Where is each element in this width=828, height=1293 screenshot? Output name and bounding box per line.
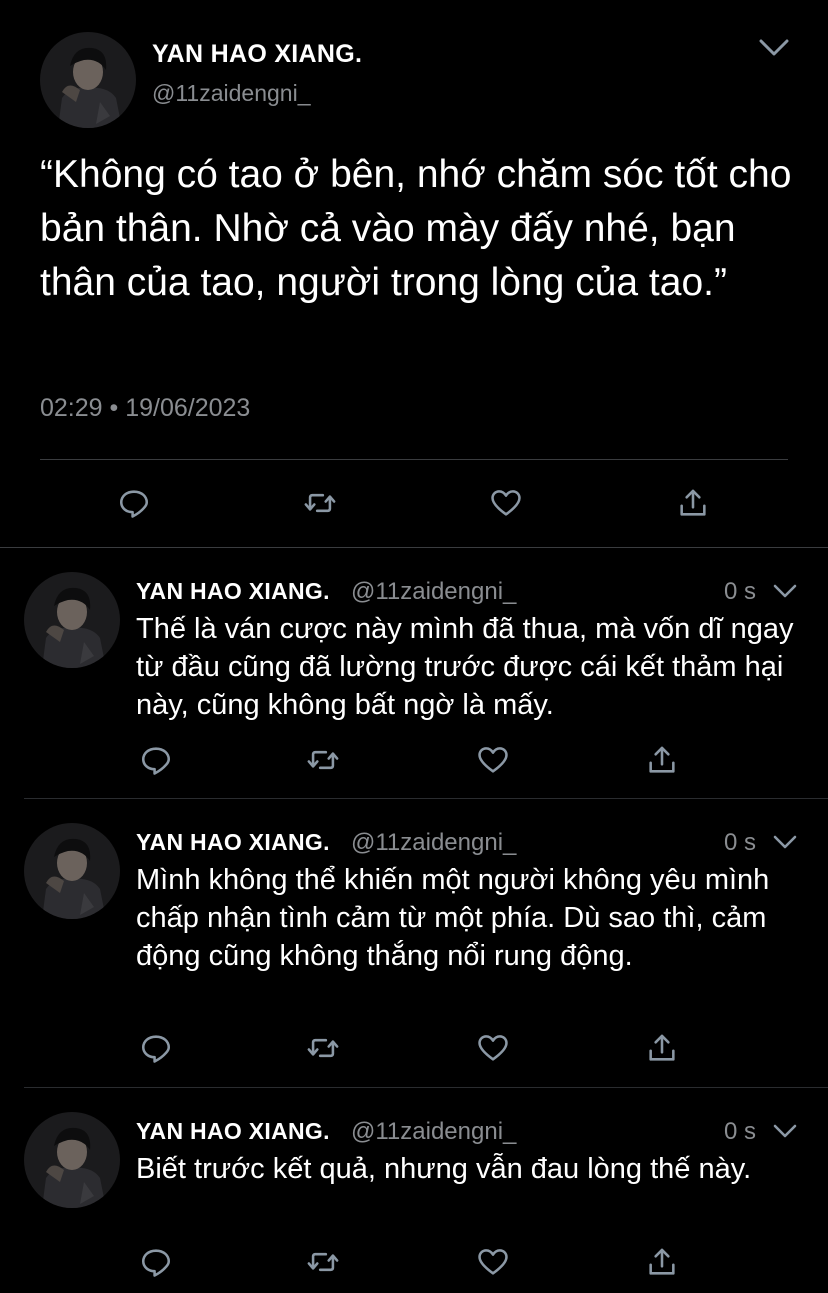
chevron-down-icon[interactable] xyxy=(772,834,798,851)
avatar[interactable] xyxy=(24,1112,120,1208)
avatar[interactable] xyxy=(40,32,136,128)
reply-button[interactable] xyxy=(136,740,176,780)
tweet-time[interactable]: 0 s xyxy=(724,578,756,606)
display-name[interactable]: YAN HAO XIANG. xyxy=(152,40,362,69)
avatar[interactable] xyxy=(24,823,120,919)
share-icon xyxy=(649,746,675,773)
reply-bubble-icon xyxy=(141,1035,171,1063)
share-icon xyxy=(680,489,706,516)
reply-bubble-icon xyxy=(141,747,171,775)
reply-bubble-icon xyxy=(141,1249,171,1277)
like-button[interactable] xyxy=(473,740,513,780)
share-button[interactable] xyxy=(642,740,682,780)
display-name[interactable]: YAN HAO XIANG. xyxy=(136,1118,330,1145)
reply-bubble-icon xyxy=(119,490,149,518)
display-name[interactable]: YAN HAO XIANG. xyxy=(136,578,330,605)
heart-icon xyxy=(478,1249,508,1275)
tweet-text: Thế là ván cược này mình đã thua, mà vốn… xyxy=(136,613,794,721)
tweet-thread: YAN HAO XIANG. @11zaidengni_ “Không có t… xyxy=(0,0,828,1293)
user-handle[interactable]: @11zaidengni_ xyxy=(351,578,516,606)
like-button[interactable] xyxy=(486,483,526,523)
divider xyxy=(40,459,788,460)
tweet-timestamp[interactable]: 02:29 • 19/06/2023 xyxy=(40,394,250,423)
heart-icon xyxy=(478,1035,508,1061)
like-button[interactable] xyxy=(473,1242,513,1282)
reply-tweet[interactable]: YAN HAO XIANG. @11zaidengni_ 0 s Biết tr… xyxy=(0,1088,828,1293)
like-button[interactable] xyxy=(473,1028,513,1068)
chevron-down-icon[interactable] xyxy=(758,38,790,58)
tweet-text: Biết trước kết quả, nhưng vẫn đau lòng t… xyxy=(136,1153,752,1185)
heart-icon xyxy=(478,747,508,773)
retweet-button[interactable] xyxy=(303,740,343,780)
retweet-icon xyxy=(307,1038,339,1058)
avatar[interactable] xyxy=(24,572,120,668)
heart-icon xyxy=(491,490,521,516)
main-tweet[interactable]: YAN HAO XIANG. @11zaidengni_ “Không có t… xyxy=(0,0,828,548)
reply-button[interactable] xyxy=(136,1242,176,1282)
user-handle[interactable]: @11zaidengni_ xyxy=(351,829,516,857)
share-icon xyxy=(649,1034,675,1061)
share-button[interactable] xyxy=(642,1028,682,1068)
tweet-time[interactable]: 0 s xyxy=(724,829,756,857)
share-button[interactable] xyxy=(642,1242,682,1282)
display-name[interactable]: YAN HAO XIANG. xyxy=(136,829,330,856)
reply-button[interactable] xyxy=(136,1028,176,1068)
reply-tweet[interactable]: YAN HAO XIANG. @11zaidengni_ 0 s Mình kh… xyxy=(0,799,828,1088)
reply-button[interactable] xyxy=(114,483,154,523)
chevron-down-icon[interactable] xyxy=(772,1123,798,1140)
user-handle[interactable]: @11zaidengni_ xyxy=(351,1118,516,1146)
retweet-icon xyxy=(307,1252,339,1272)
retweet-button[interactable] xyxy=(300,483,340,523)
retweet-button[interactable] xyxy=(303,1028,343,1068)
retweet-icon xyxy=(304,493,336,513)
chevron-down-icon[interactable] xyxy=(772,583,798,600)
reply-tweet[interactable]: YAN HAO XIANG. @11zaidengni_ 0 s Thế là … xyxy=(0,548,828,798)
tweet-text: “Không có tao ở bên, nhớ chăm sóc tốt ch… xyxy=(40,153,792,304)
share-button[interactable] xyxy=(673,483,713,523)
share-icon xyxy=(649,1248,675,1275)
user-handle[interactable]: @11zaidengni_ xyxy=(152,80,310,107)
retweet-icon xyxy=(307,750,339,770)
retweet-button[interactable] xyxy=(303,1242,343,1282)
tweet-text: Mình không thể khiến một người không yêu… xyxy=(136,864,770,972)
tweet-time[interactable]: 0 s xyxy=(724,1118,756,1146)
